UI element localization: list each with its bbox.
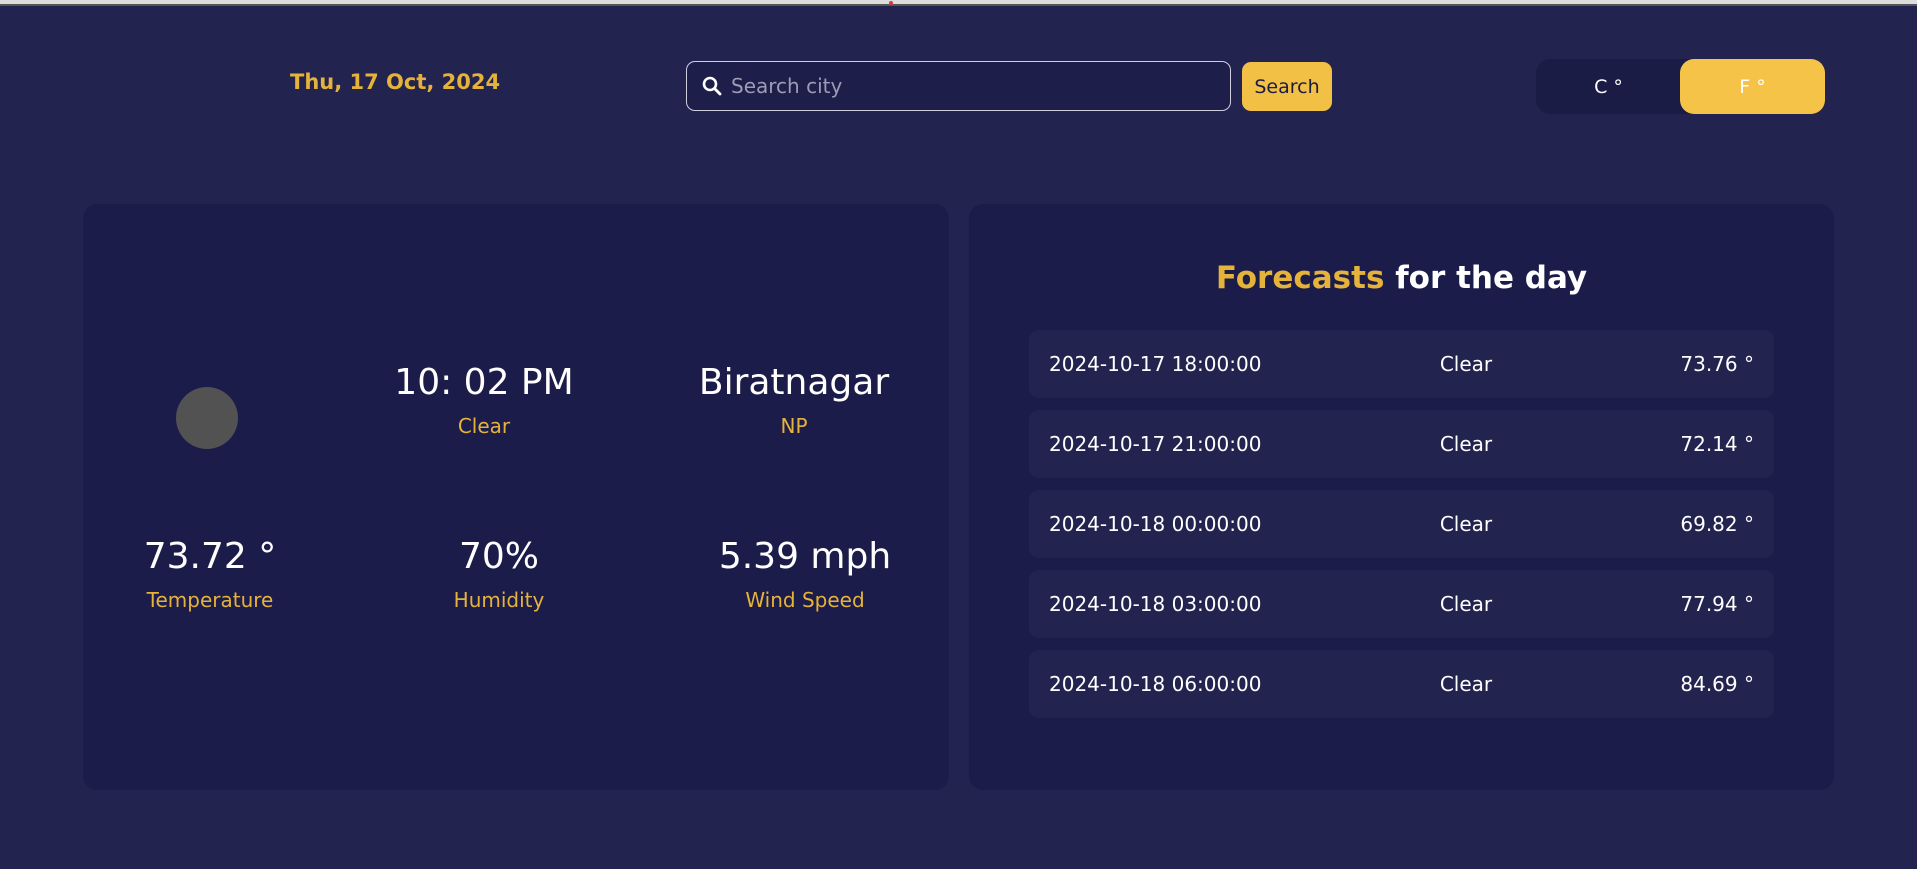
- forecast-row: 2024-10-18 03:00:00 Clear 77.94 °: [1029, 570, 1774, 638]
- forecast-datetime: 2024-10-18 06:00:00: [1049, 672, 1262, 696]
- forecast-title-accent: Forecasts: [1215, 260, 1385, 296]
- celsius-button[interactable]: C °: [1536, 59, 1681, 114]
- forecast-title: Forecasts for the day: [969, 260, 1834, 296]
- search-bar[interactable]: [686, 61, 1231, 111]
- search-icon: [701, 75, 723, 97]
- forecast-datetime: 2024-10-17 18:00:00: [1049, 352, 1262, 376]
- fahrenheit-button[interactable]: F °: [1680, 59, 1825, 114]
- forecast-panel: Forecasts for the day 2024-10-17 18:00:0…: [969, 204, 1834, 790]
- forecast-row: 2024-10-17 18:00:00 Clear 73.76 °: [1029, 330, 1774, 398]
- forecast-condition: Clear: [1439, 672, 1493, 696]
- search-input[interactable]: [731, 62, 1230, 110]
- temperature-value: 73.72 °: [143, 536, 277, 577]
- current-time: 10: 02 PM: [394, 362, 574, 403]
- city-name: Biratnagar: [698, 362, 890, 403]
- humidity-value: 70%: [458, 536, 539, 577]
- forecast-temp: 69.82 °: [1680, 512, 1754, 536]
- unit-toggle: C ° F °: [1536, 59, 1825, 114]
- humidity-label: Humidity: [453, 588, 545, 612]
- browser-top-edge: [0, 0, 1917, 6]
- forecast-row: 2024-10-18 06:00:00 Clear 84.69 °: [1029, 650, 1774, 718]
- humidity-block: 70% Humidity: [454, 535, 545, 613]
- forecast-condition: Clear: [1439, 352, 1493, 376]
- forecast-title-rest: for the day: [1384, 260, 1588, 296]
- time-block: 10: 02 PM Clear: [394, 361, 573, 439]
- wind-block: 5.39 mph Wind Speed: [719, 535, 891, 613]
- forecast-temp: 77.94 °: [1680, 592, 1754, 616]
- current-date: Thu, 17 Oct, 2024: [290, 70, 501, 94]
- forecast-datetime: 2024-10-18 00:00:00: [1049, 512, 1262, 536]
- forecast-temp: 84.69 °: [1680, 672, 1754, 696]
- temperature-label: Temperature: [146, 588, 274, 612]
- forecast-row: 2024-10-18 00:00:00 Clear 69.82 °: [1029, 490, 1774, 558]
- temperature-block: 73.72 ° Temperature: [144, 535, 277, 613]
- forecast-list: 2024-10-17 18:00:00 Clear 73.76 ° 2024-1…: [1029, 330, 1774, 730]
- forecast-condition: Clear: [1439, 432, 1493, 456]
- location-block: Biratnagar NP: [699, 361, 889, 439]
- indicator-dot: [889, 1, 893, 5]
- forecast-temp: 73.76 °: [1680, 352, 1754, 376]
- wind-value: 5.39 mph: [718, 536, 892, 577]
- weather-icon: [176, 387, 238, 449]
- forecast-condition: Clear: [1439, 512, 1493, 536]
- forecast-row: 2024-10-17 21:00:00 Clear 72.14 °: [1029, 410, 1774, 478]
- current-weather-panel: 10: 02 PM Clear Biratnagar NP 73.72 ° Te…: [83, 204, 949, 790]
- forecast-datetime: 2024-10-17 21:00:00: [1049, 432, 1262, 456]
- country-code: NP: [780, 414, 808, 438]
- current-condition: Clear: [457, 414, 511, 438]
- forecast-condition: Clear: [1439, 592, 1493, 616]
- forecast-datetime: 2024-10-18 03:00:00: [1049, 592, 1262, 616]
- wind-label: Wind Speed: [745, 588, 865, 612]
- forecast-temp: 72.14 °: [1680, 432, 1754, 456]
- search-button[interactable]: Search: [1242, 62, 1332, 111]
